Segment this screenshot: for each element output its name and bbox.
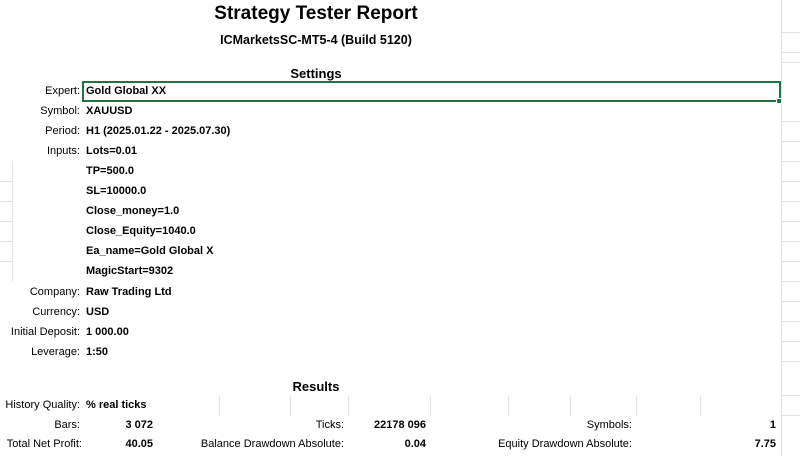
selected-cell[interactable] [82,81,781,102]
gridline [430,396,431,416]
balance-drawdown-absolute-value[interactable]: 0.04 [350,438,426,450]
gridline [636,396,637,416]
gridline [0,241,12,242]
inputs-label: Inputs: [46,145,80,157]
balance-drawdown-absolute-label: Balance Drawdown Absolute: [200,438,344,450]
gridline [700,396,701,416]
input-value[interactable]: Close_Equity=1040.0 [86,225,196,237]
input-value[interactable]: Lots=0.01 [86,145,137,157]
gridline [781,62,800,63]
gridline [781,301,800,302]
expert-value[interactable]: Gold Global XX [86,85,166,97]
gridline [781,221,800,222]
symbols-value[interactable]: 1 [700,419,776,431]
bars-value[interactable]: 3 072 [86,419,153,431]
fill-handle[interactable] [776,98,782,104]
gridline [781,415,800,416]
gridline [0,221,12,222]
gridline [781,121,800,122]
gridline [781,181,800,182]
gridline [781,0,782,456]
gridline [12,161,13,281]
gridline [781,161,800,162]
history-quality-value[interactable]: % real ticks [86,399,147,411]
company-value[interactable]: Raw Trading Ltd [86,286,172,298]
gridline [781,321,800,322]
gridline [781,241,800,242]
gridline [0,181,12,182]
period-label: Period: [45,125,80,137]
company-label: Company: [29,286,80,298]
total-net-profit-label: Total Net Profit: [6,438,82,450]
report-title: Strategy Tester Report [214,3,418,24]
history-quality-label: History Quality: [5,399,80,411]
gridline [0,261,12,262]
bars-label: Bars: [54,419,80,431]
input-value[interactable]: Close_money=1.0 [86,205,179,217]
gridline [781,395,800,396]
total-net-profit-value[interactable]: 40.05 [86,438,153,450]
gridline [781,341,800,342]
report-sheet: Strategy Tester Report ICMarketsSC-MT5-4… [0,0,800,456]
equity-drawdown-absolute-value[interactable]: 7.75 [700,438,776,450]
gridline [570,396,571,416]
gridline [219,396,220,416]
symbols-label: Symbols: [586,419,632,431]
expert-label: Expert: [45,85,80,97]
gridline [781,281,800,282]
settings-heading: Settings [290,66,342,81]
leverage-value[interactable]: 1:50 [86,346,108,358]
symbol-value[interactable]: XAUUSD [86,105,132,117]
gridline [348,396,349,416]
initial-deposit-value[interactable]: 1 000.00 [86,326,129,338]
gridline [781,32,800,33]
input-value[interactable]: Ea_name=Gold Global X [86,245,213,257]
input-value[interactable]: SL=10000.0 [86,185,146,197]
gridline [781,141,800,142]
gridline [0,201,12,202]
symbol-label: Symbol: [40,105,80,117]
currency-label: Currency: [32,306,80,318]
report-subtitle: ICMarketsSC-MT5-4 (Build 5120) [220,33,412,47]
leverage-label: Leverage: [31,346,80,358]
gridline [781,361,800,362]
gridline [781,261,800,262]
input-value[interactable]: TP=500.0 [86,165,134,177]
period-value[interactable]: H1 (2025.01.22 - 2025.07.30) [86,125,230,137]
ticks-label: Ticks: [315,419,344,431]
ticks-value[interactable]: 22178 096 [350,419,426,431]
currency-value[interactable]: USD [86,306,109,318]
gridline [290,396,291,416]
gridline [781,201,800,202]
initial-deposit-label: Initial Deposit: [10,326,80,338]
gridline [781,52,800,53]
input-value[interactable]: MagicStart=9302 [86,265,173,277]
equity-drawdown-absolute-label: Equity Drawdown Absolute: [498,438,632,450]
results-heading: Results [292,379,340,394]
gridline [508,396,509,416]
